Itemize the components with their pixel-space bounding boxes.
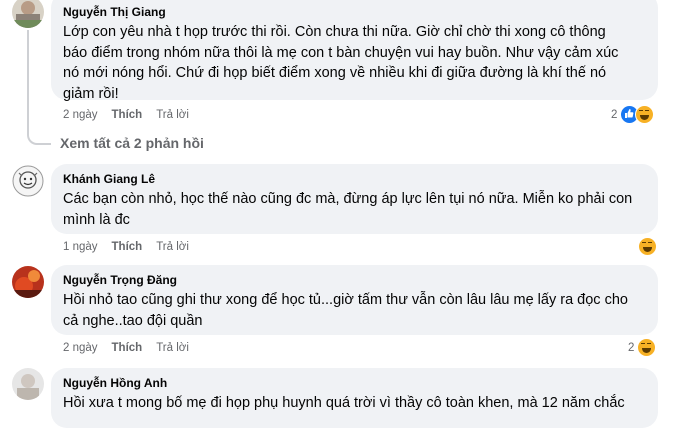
reply-button[interactable]: Trả lời xyxy=(156,241,189,253)
comment-author[interactable]: Nguyễn Trọng Đăng xyxy=(63,272,646,288)
comment-author[interactable]: Khánh Giang Lê xyxy=(63,171,646,187)
avatar[interactable] xyxy=(12,0,44,28)
reaction-count: 2 xyxy=(628,341,635,354)
comment-bubble: Khánh Giang Lê Các bạn còn nhỏ, học thế … xyxy=(51,164,658,234)
haha-reaction-icon xyxy=(637,338,657,357)
comment-text: Hồi nhỏ tao cũng ghi thư xong để học tủ.… xyxy=(63,292,628,329)
comment-text: Hồi xưa t mong bố mẹ đi họp phụ huynh qu… xyxy=(63,395,625,411)
comment-actions: 2 ngày Thích Trả lời xyxy=(63,342,189,354)
comment-bubble: Nguyễn Hồng Anh Hồi xưa t mong bố mẹ đi … xyxy=(51,368,658,428)
comment-text: Các bạn còn nhỏ, học thế nào cũng đc mà,… xyxy=(63,191,633,228)
comment-bubble: Nguyễn Thị Giang Lớp con yêu nhà t họp t… xyxy=(51,0,658,102)
reaction-summary[interactable] xyxy=(638,237,657,256)
avatar[interactable] xyxy=(12,368,44,400)
haha-reaction-icon xyxy=(638,237,657,256)
reaction-count: 2 xyxy=(611,108,618,121)
view-replies-link[interactable]: Xem tất cả 2 phản hồi xyxy=(60,135,204,151)
haha-reaction-icon xyxy=(635,105,655,124)
reaction-summary[interactable]: 2 xyxy=(628,338,657,357)
comment-time[interactable]: 1 ngày xyxy=(63,241,98,253)
comment-author[interactable]: Nguyễn Thị Giang xyxy=(63,4,646,20)
reply-button[interactable]: Trả lời xyxy=(156,109,189,121)
comment-text: Lớp con yêu nhà t họp trước thi rồi. Còn… xyxy=(63,24,619,102)
reaction-summary[interactable]: 2 xyxy=(611,105,655,124)
avatar[interactable] xyxy=(12,165,44,197)
thread-line xyxy=(27,30,29,134)
thread-curve xyxy=(27,133,51,145)
like-button[interactable]: Thích xyxy=(112,109,143,121)
like-button[interactable]: Thích xyxy=(112,342,143,354)
comment-time[interactable]: 2 ngày xyxy=(63,109,98,121)
avatar[interactable] xyxy=(12,266,44,298)
like-button[interactable]: Thích xyxy=(112,241,143,253)
comment-bubble: Nguyễn Trọng Đăng Hồi nhỏ tao cũng ghi t… xyxy=(51,265,658,335)
comment-author[interactable]: Nguyễn Hồng Anh xyxy=(63,375,646,391)
comment-actions: 2 ngày Thích Trả lời xyxy=(63,109,189,121)
comment-time[interactable]: 2 ngày xyxy=(63,342,98,354)
comment-actions: 1 ngày Thích Trả lời xyxy=(63,241,189,253)
reply-button[interactable]: Trả lời xyxy=(156,342,189,354)
